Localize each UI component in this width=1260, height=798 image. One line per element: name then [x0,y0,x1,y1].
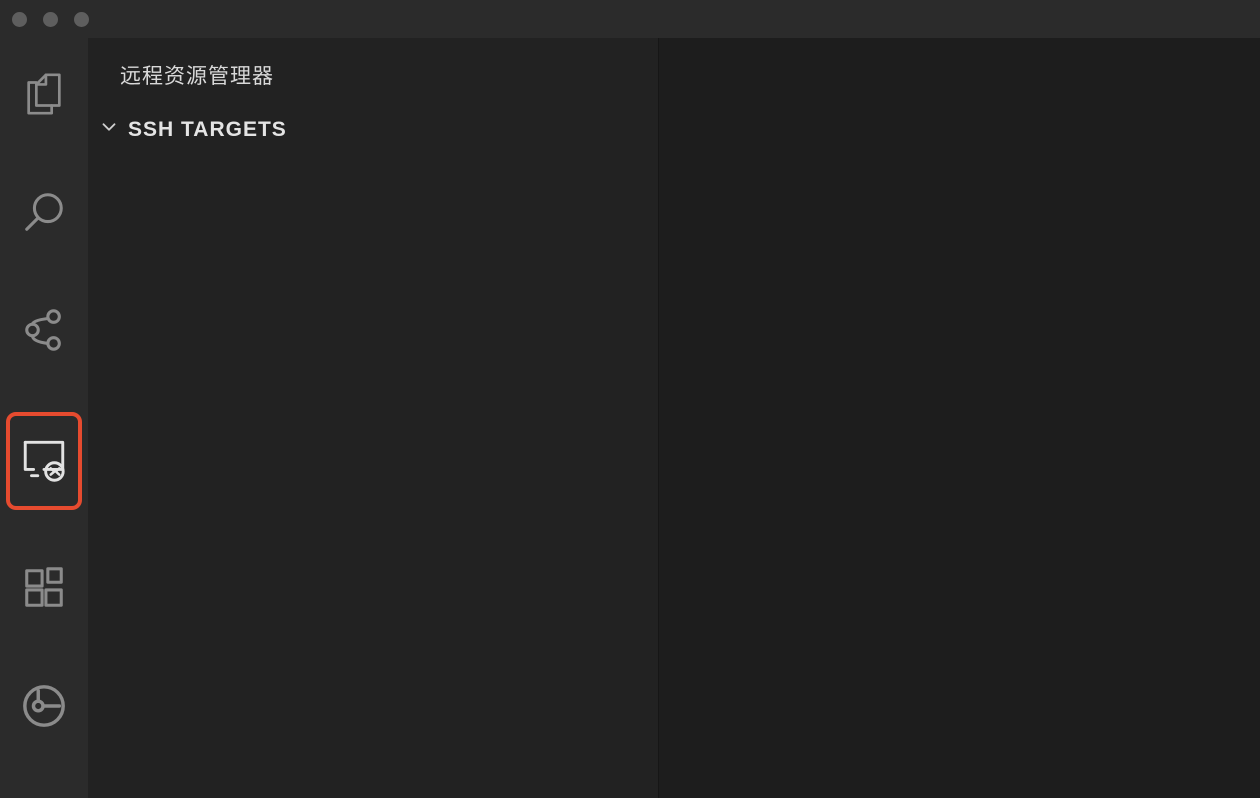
editor-area [658,38,1260,798]
activity-gitlens[interactable] [6,670,82,746]
search-icon [21,189,67,240]
activity-source-control[interactable] [6,294,82,370]
workbench: 远程资源管理器 SSH TARGETS [0,38,1260,798]
activity-extensions[interactable] [6,552,82,628]
ssh-targets-section-header[interactable]: SSH TARGETS [88,110,658,149]
activity-search[interactable] [6,176,82,252]
source-control-icon [21,307,67,358]
window-minimize-dot[interactable] [43,12,58,27]
window-close-dot[interactable] [12,12,27,27]
titlebar [0,0,1260,38]
sidebar: 远程资源管理器 SSH TARGETS [88,38,658,798]
files-icon [21,71,67,122]
extensions-icon [21,565,67,616]
remote-explorer-icon [19,434,69,489]
activitybar [0,38,88,798]
section-label: SSH TARGETS [128,118,287,142]
activity-remote-explorer[interactable] [6,412,82,510]
sidebar-title: 远程资源管理器 [88,38,658,110]
gitlens-icon [21,683,67,734]
activity-explorer[interactable] [6,58,82,134]
chevron-down-icon [98,116,120,143]
window-maximize-dot[interactable] [74,12,89,27]
